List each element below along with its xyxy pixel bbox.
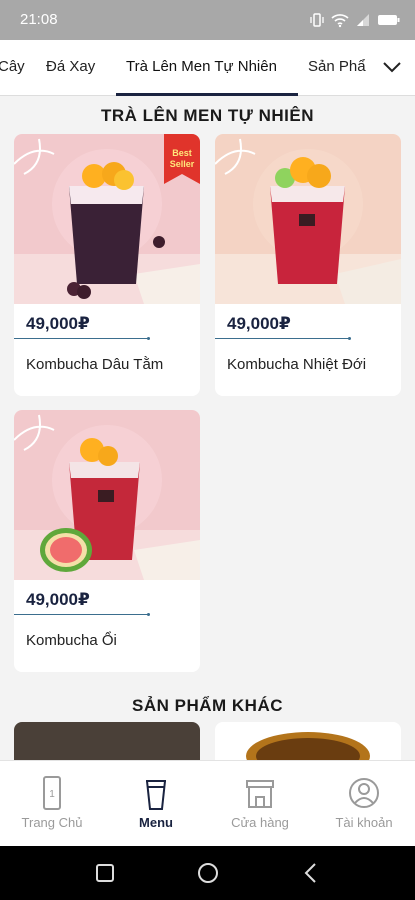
product-name: Kombucha Ổi (26, 632, 117, 649)
other-product-card[interactable] (215, 722, 401, 762)
tab-tra-len-men[interactable]: Trà Lên Men Tự Nhiên (126, 58, 277, 75)
tab-cay[interactable]: Cây (0, 58, 25, 75)
product-name: Kombucha Dâu Tằm (26, 356, 164, 373)
tab-da-xay[interactable]: Đá Xay (46, 58, 95, 75)
nav-account[interactable]: Tài khoản (312, 761, 415, 847)
product-name: Kombucha Nhiệt Đới (227, 356, 367, 373)
system-navigation-bar (0, 846, 415, 900)
nav-label: Menu (139, 815, 173, 830)
other-products-title: SẢN PHẨM KHÁC (132, 696, 283, 715)
other-product-card[interactable] (14, 722, 200, 762)
nav-menu[interactable]: Menu (104, 761, 208, 847)
price-divider (14, 613, 150, 616)
category-tabs: Cây Đá Xay Trà Lên Men Tự Nhiên Sản Phẩ (0, 40, 415, 96)
best-seller-badge-bottom: Seller (170, 159, 195, 169)
nav-home[interactable]: 1 Trang Chủ (0, 761, 104, 847)
active-tab-indicator (116, 93, 298, 96)
product-card[interactable]: 49,000₽ Kombucha Ổi (14, 410, 200, 672)
price-divider (215, 337, 351, 340)
signal-icon (357, 14, 369, 26)
product-card[interactable]: Best Seller 49,000₽ Kombucha Dâu Tằm (14, 134, 200, 396)
product-price: 49,000₽ (26, 314, 90, 333)
wifi-icon (331, 14, 349, 28)
nav-label: Tài khoản (335, 815, 393, 830)
nav-label: Cửa hàng (231, 815, 289, 830)
home-icon[interactable] (195, 860, 221, 886)
product-price: 49,000₽ (227, 314, 291, 333)
chevron-down-icon[interactable] (381, 56, 403, 78)
product-image: Best Seller (14, 134, 200, 304)
product-image (246, 732, 370, 762)
product-price: 49,000₽ (26, 590, 90, 609)
nav-stores[interactable]: Cửa hàng (208, 761, 312, 847)
product-card[interactable]: 49,000₽ Kombucha Nhiệt Đới (215, 134, 401, 396)
svg-text:1: 1 (49, 789, 55, 800)
status-bar: 21:08 (0, 0, 415, 40)
nav-label: Trang Chủ (21, 815, 83, 830)
back-icon[interactable] (298, 860, 324, 886)
section-title: TRÀ LÊN MEN TỰ NHIÊN (101, 106, 314, 125)
user-icon (349, 778, 379, 808)
store-icon (246, 780, 274, 808)
status-time: 21:08 (20, 11, 58, 28)
bottom-navigation: 1 Trang Chủ Menu Cửa hàng Tài khoản (0, 760, 415, 846)
recents-icon[interactable] (92, 860, 118, 886)
tab-san-pham[interactable]: Sản Phẩ (308, 58, 366, 75)
vibrate-icon (310, 13, 324, 27)
battery-icon (378, 15, 400, 25)
phone-icon: 1 (43, 776, 61, 810)
best-seller-badge-top: Best (172, 148, 192, 158)
product-image (14, 410, 200, 580)
status-icons (309, 12, 401, 28)
product-image (215, 134, 401, 304)
price-divider (14, 337, 150, 340)
cup-icon (146, 780, 166, 810)
